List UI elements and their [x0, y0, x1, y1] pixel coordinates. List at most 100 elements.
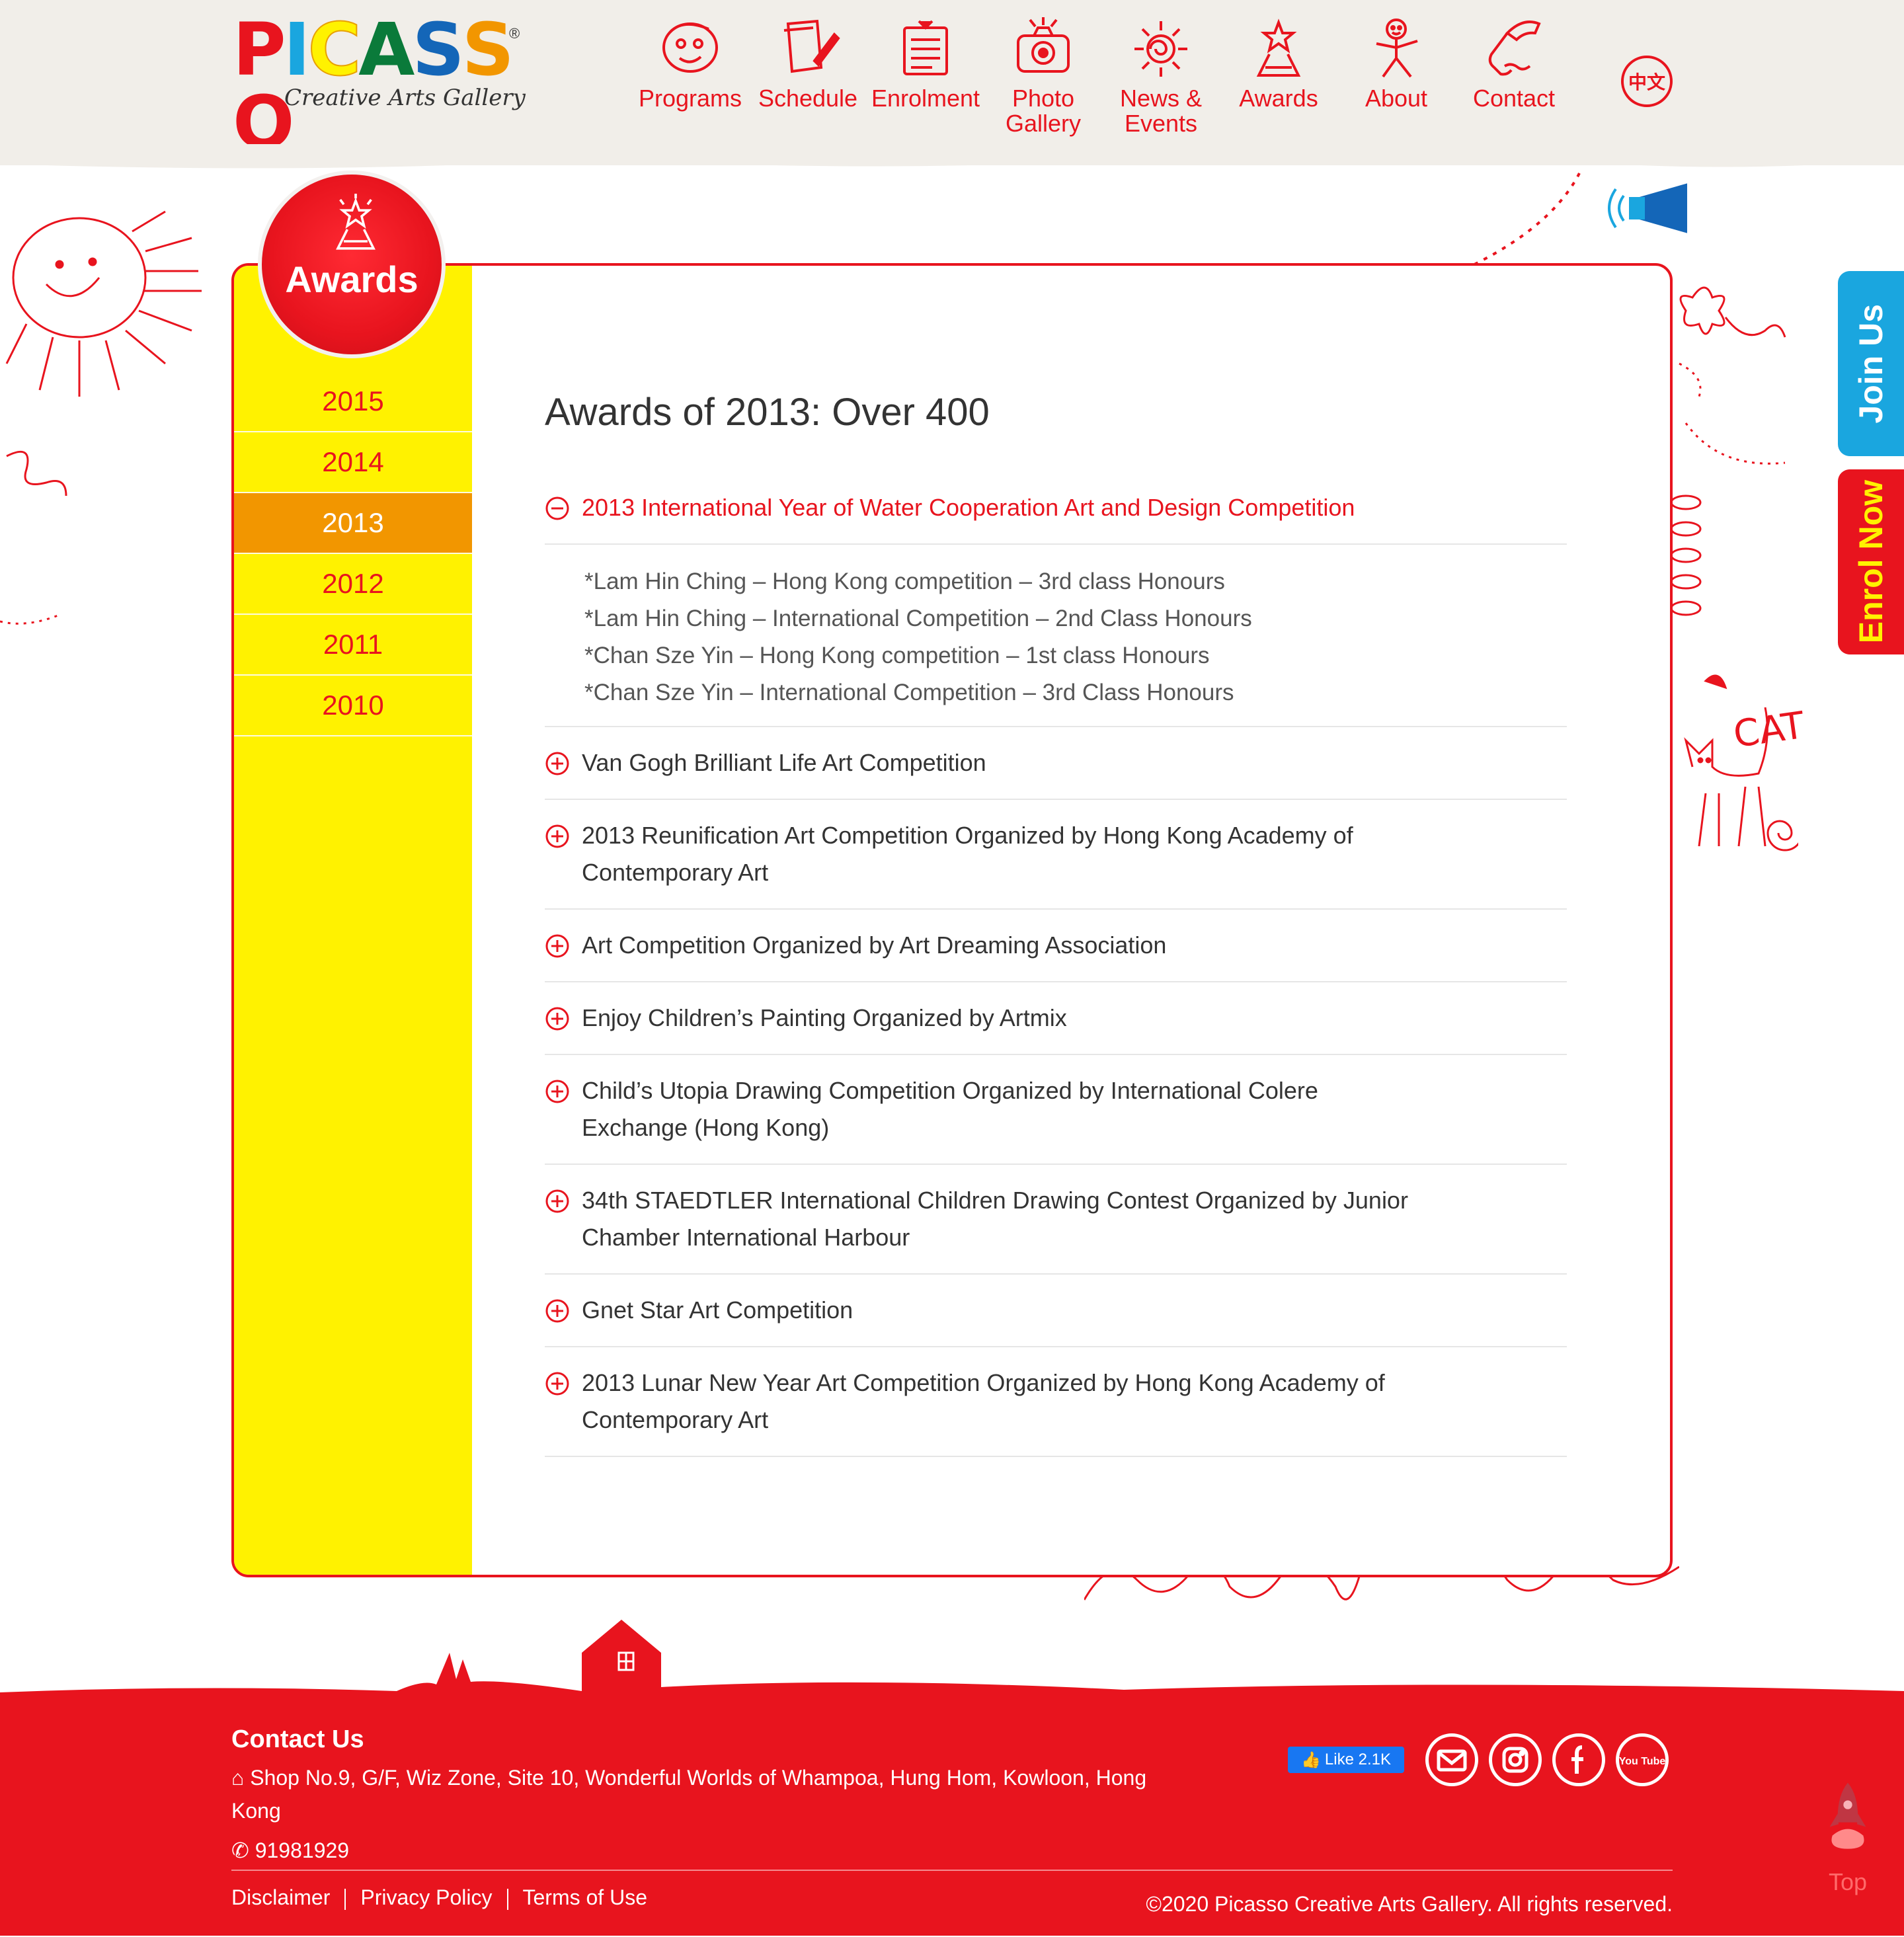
expand-icon	[545, 1189, 570, 1214]
sun-doodle	[5, 210, 202, 397]
youtube-icon[interactable]: You Tube	[1616, 1733, 1669, 1786]
award-item: Child’s Utopia Drawing Competition Organ…	[545, 1055, 1567, 1165]
award-item: 2013 Reunification Art Competition Organ…	[545, 800, 1567, 910]
nav-news-events[interactable]: News & Events	[1105, 15, 1216, 136]
home-icon: ⌂	[231, 1766, 245, 1790]
year-list: 2015 2014 2013 2012 2011 2010	[234, 372, 472, 736]
award-title: Enjoy Children’s Painting Organized by A…	[582, 1004, 1067, 1031]
expand-icon	[545, 1298, 570, 1324]
terms-of-use-link[interactable]: Terms of Use	[523, 1885, 647, 1909]
award-item: Gnet Star Art Competition	[545, 1275, 1567, 1347]
award-toggle[interactable]: 34th STAEDTLER International Children Dr…	[545, 1165, 1567, 1273]
nav-schedule[interactable]: Schedule	[752, 15, 863, 111]
expand-icon	[545, 824, 570, 849]
award-item: 2013 International Year of Water Coopera…	[545, 472, 1567, 727]
award-toggle[interactable]: 2013 International Year of Water Coopera…	[545, 472, 1567, 543]
award-title: Art Competition Organized by Art Dreamin…	[582, 931, 1167, 959]
back-to-top-button[interactable]: Top	[1811, 1778, 1884, 1937]
expand-icon	[545, 1371, 570, 1396]
face-icon	[662, 22, 718, 73]
megaphone-doodle	[1474, 171, 1687, 266]
expand-icon	[545, 751, 570, 776]
expand-icon	[545, 933, 570, 959]
back-to-top-label: Top	[1828, 1868, 1868, 1895]
trophy-icon	[336, 194, 376, 250]
year-tab-2013[interactable]: 2013	[234, 493, 472, 554]
paper-pen-icon	[783, 19, 840, 73]
year-tab-2015[interactable]: 2015	[234, 372, 472, 432]
footer-phone[interactable]: ✆ 91981929	[231, 1834, 349, 1867]
nav-enrolment[interactable]: Enrolment	[870, 15, 981, 111]
phone-icon: ✆	[231, 1838, 249, 1862]
award-toggle[interactable]: Art Competition Organized by Art Dreamin…	[545, 910, 1567, 981]
section-badge-title: Awards	[285, 258, 418, 300]
email-icon[interactable]	[1425, 1733, 1478, 1786]
award-detail-line: *Lam Hin Ching – International Competiti…	[584, 606, 1252, 631]
award-toggle[interactable]: 2013 Reunification Art Competition Organ…	[545, 800, 1567, 908]
thumbs-up-icon: 👍	[1301, 1751, 1321, 1769]
award-title: 34th STAEDTLER International Children Dr…	[582, 1187, 1408, 1251]
year-tab-2014[interactable]: 2014	[234, 432, 472, 493]
award-toggle[interactable]: 2013 Lunar New Year Art Competition Orga…	[545, 1347, 1567, 1456]
award-toggle[interactable]: Child’s Utopia Drawing Competition Organ…	[545, 1055, 1567, 1164]
footer-divider	[231, 1870, 1673, 1871]
privacy-policy-link[interactable]: Privacy Policy	[360, 1885, 492, 1909]
site-header: PICASSO Creative Arts Gallery ® Programs…	[0, 0, 1904, 165]
awards-accordion: 2013 International Year of Water Coopera…	[545, 472, 1567, 1457]
nav-contact[interactable]: Contact	[1458, 15, 1569, 111]
form-icon	[903, 20, 948, 75]
nav-about[interactable]: About	[1341, 15, 1452, 111]
instagram-icon[interactable]	[1489, 1733, 1542, 1786]
award-title: 2013 Lunar New Year Art Competition Orga…	[582, 1369, 1385, 1433]
nav-programs[interactable]: Programs	[635, 15, 746, 111]
swirl-doodle	[0, 450, 67, 625]
site-footer: Contact Us ⌂ Shop No.9, G/F, Wiz Zone, S…	[0, 1692, 1904, 1936]
camera-icon	[1017, 17, 1070, 73]
section-badge: Awards	[258, 171, 446, 358]
disclaimer-link[interactable]: Disclaimer	[231, 1885, 330, 1909]
page-title: Awards of 2013: Over 400	[545, 391, 990, 434]
award-title: Child’s Utopia Drawing Competition Organ…	[582, 1077, 1318, 1141]
award-title: 2013 International Year of Water Coopera…	[582, 494, 1355, 521]
year-tab-2011[interactable]: 2011	[234, 615, 472, 676]
award-toggle[interactable]: Gnet Star Art Competition	[545, 1275, 1567, 1346]
award-detail-line: *Lam Hin Ching – Hong Kong competition –…	[584, 569, 1225, 594]
award-item: Van Gogh Brilliant Life Art Competition	[545, 727, 1567, 800]
award-toggle[interactable]: Enjoy Children’s Painting Organized by A…	[545, 982, 1567, 1054]
footer-address: ⌂ Shop No.9, G/F, Wiz Zone, Site 10, Won…	[231, 1766, 1147, 1823]
award-title: 2013 Reunification Art Competition Organ…	[582, 822, 1353, 886]
year-tab-2012[interactable]: 2012	[234, 554, 472, 615]
award-detail-line: *Chan Sze Yin – Hong Kong competition – …	[584, 643, 1210, 668]
nav-awards[interactable]: Awards	[1223, 15, 1334, 111]
language-toggle-button[interactable]: 中文	[1621, 56, 1673, 107]
awards-content: Awards of 2013: Over 400 2013 Internatio…	[545, 386, 1567, 1457]
registered-mark: ®	[509, 25, 520, 42]
award-title: Gnet Star Art Competition	[582, 1296, 853, 1324]
award-details: *Lam Hin Ching – Hong Kong competition –…	[545, 543, 1567, 726]
award-toggle[interactable]: Van Gogh Brilliant Life Art Competition	[545, 727, 1567, 799]
phone-icon	[1488, 20, 1541, 76]
cat-doodle-label: CAT	[1730, 703, 1807, 757]
year-tab-2010[interactable]: 2010	[234, 676, 472, 736]
facebook-like-button[interactable]: 👍 Like 2.1K	[1288, 1747, 1404, 1773]
nav-photo-gallery[interactable]: Photo Gallery	[988, 15, 1099, 136]
award-item: Enjoy Children’s Painting Organized by A…	[545, 982, 1567, 1055]
facebook-icon[interactable]	[1552, 1733, 1605, 1786]
award-item: 34th STAEDTLER International Children Dr…	[545, 1165, 1567, 1275]
year-sidebar: 2015 2014 2013 2012 2011 2010	[234, 266, 472, 1575]
award-detail-line: *Chan Sze Yin – International Competitio…	[584, 680, 1234, 705]
picasso-logo[interactable]: PICASSO Creative Arts Gallery ®	[233, 13, 530, 159]
link-separator	[506, 1888, 508, 1910]
stick-figure-icon	[1376, 19, 1418, 78]
expand-icon	[545, 1079, 570, 1104]
award-item: Art Competition Organized by Art Dreamin…	[545, 910, 1567, 982]
footer-contact-title: Contact Us	[231, 1725, 364, 1753]
awards-card: 2015 2014 2013 2012 2011 2010 Awards of 2013:…	[231, 263, 1673, 1577]
logo-subtitle: Creative Arts Gallery	[284, 85, 526, 111]
enrol-now-tab[interactable]: Enrol Now	[1838, 469, 1904, 654]
svg-text:You Tube: You Tube	[1619, 1756, 1665, 1767]
footer-landscape	[0, 1620, 1904, 1699]
join-us-tab[interactable]: Join Us	[1838, 271, 1904, 456]
award-item: 2013 Lunar New Year Art Competition Orga…	[545, 1347, 1567, 1457]
trophy-icon	[1256, 19, 1301, 77]
